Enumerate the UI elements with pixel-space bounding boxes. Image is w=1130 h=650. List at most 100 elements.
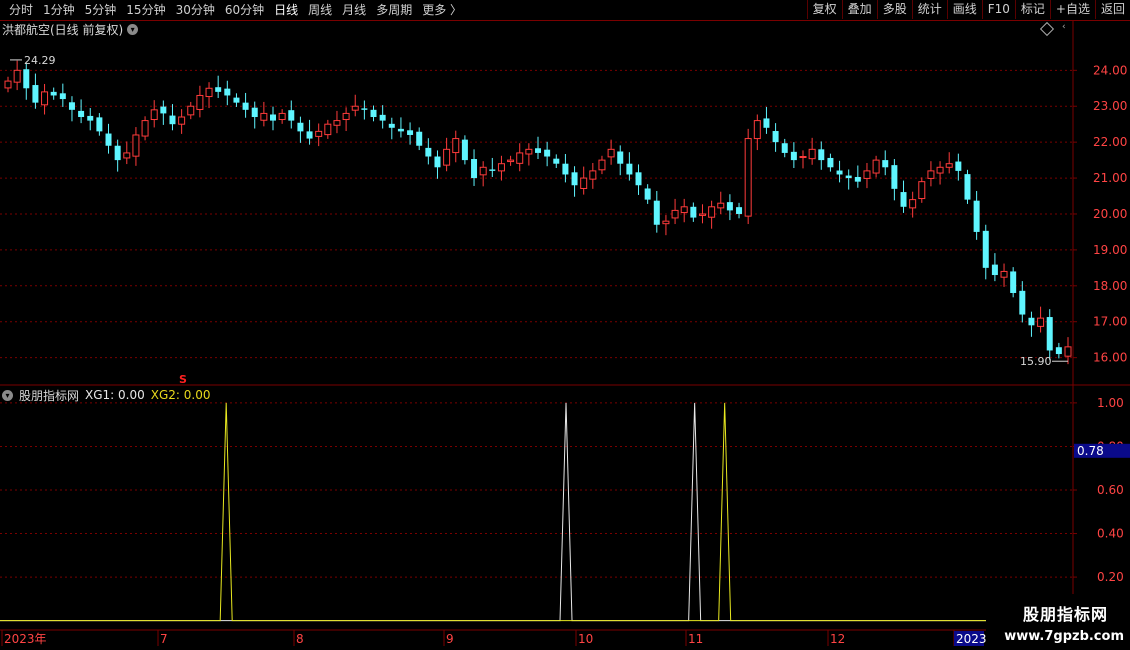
candle-body — [333, 120, 341, 126]
scroll-arrow-icon[interactable]: ‹ — [1062, 22, 1070, 32]
candle-body — [982, 230, 989, 268]
candle-body — [872, 159, 880, 174]
candle-body — [635, 172, 642, 186]
candle-body — [50, 91, 57, 96]
watermark: 股朋指标网 www.7gpzb.com — [986, 594, 1130, 650]
candle-body — [690, 206, 697, 218]
candle-body — [1010, 271, 1017, 293]
candle-body — [361, 108, 368, 110]
candle-body — [306, 131, 313, 139]
candle-body — [1019, 290, 1026, 315]
candle-body — [41, 91, 49, 106]
x-tick-label: 12 — [830, 632, 845, 646]
candle-body — [973, 200, 980, 232]
candle-body — [900, 192, 907, 207]
candle-body — [680, 206, 688, 214]
candle-body — [270, 114, 276, 121]
candle-body — [443, 148, 451, 166]
candle-body — [671, 209, 679, 219]
main-tick-label: 22.00 — [1093, 135, 1127, 149]
candle-body — [753, 120, 761, 140]
candle-body — [644, 188, 651, 200]
candle-body — [123, 152, 131, 159]
candle-body — [516, 152, 524, 164]
candle-body — [105, 133, 112, 146]
candle-body — [379, 114, 386, 121]
x-tick-label: 2023 — [956, 632, 987, 646]
candle-body — [416, 131, 423, 146]
candle-body — [260, 112, 268, 121]
candle-body — [836, 170, 843, 175]
candle-body — [297, 122, 304, 132]
candle-body — [1064, 346, 1072, 357]
candle-body — [233, 97, 240, 103]
x-tick-label: 9 — [446, 632, 454, 646]
candle-body — [489, 169, 496, 171]
candle-body — [1037, 317, 1045, 327]
candle-body — [736, 207, 743, 214]
candle-body — [854, 176, 861, 182]
candle-body — [891, 165, 898, 189]
candle-body — [507, 159, 515, 163]
candle-body — [653, 200, 660, 225]
ind-tick-label: 0.40 — [1097, 527, 1124, 541]
main-tick-label: 16.00 — [1093, 351, 1127, 365]
watermark-title: 股朋指标网 — [1022, 605, 1108, 624]
xg2-line — [0, 402, 1072, 622]
candle-body — [224, 88, 231, 96]
candle-body — [662, 220, 670, 225]
candle-body — [827, 157, 834, 168]
candle-body — [562, 163, 569, 175]
candle-body — [78, 110, 85, 118]
kline-chart[interactable]: 16.00 17.00 18.00 19.00 20.00 21.00 22.00 23.00… — [0, 0, 1130, 650]
xg2-value: XG2: 0.00 — [150, 388, 211, 402]
candle-body — [278, 112, 286, 121]
main-tick-label: 18.00 — [1093, 279, 1127, 293]
candle-body — [68, 102, 75, 110]
ind-tick-label: 1.00 — [1097, 396, 1124, 410]
candle-body — [169, 115, 176, 125]
watermark-url: www.7gpzb.com — [1004, 629, 1124, 644]
candle-body — [945, 163, 953, 168]
candle-body — [351, 105, 359, 111]
candle-body — [708, 206, 716, 218]
candle-body — [964, 174, 971, 200]
candle-body — [23, 69, 30, 89]
signal-marker: S — [179, 373, 187, 386]
candle-body — [991, 264, 998, 276]
candle-body — [215, 87, 222, 92]
candle-body — [607, 148, 615, 158]
indicator-name: 股朋指标网 — [19, 388, 80, 403]
low-label: 15.90 — [1020, 355, 1052, 368]
candle-body — [388, 123, 395, 128]
candle-body — [114, 145, 121, 161]
indicator-title-row: ▾ 股朋指标网 XG1: 0.00 XG2: 0.00 — [2, 387, 210, 403]
x-tick-label: 11 — [688, 632, 703, 646]
candle-body — [936, 166, 944, 174]
candle-body — [626, 163, 633, 175]
candle-body — [882, 160, 889, 168]
candle-body — [452, 138, 460, 154]
candle-body — [187, 105, 195, 116]
candle-body — [407, 130, 414, 135]
chevron-down-icon[interactable]: ▾ — [2, 389, 13, 401]
stock-title: 洪都航空(日线 前复权) — [2, 22, 124, 37]
candle-body — [434, 156, 441, 168]
candle-body — [525, 148, 533, 155]
ind-tick-label: 0.60 — [1097, 483, 1124, 497]
chevron-down-icon[interactable]: ▾ — [127, 23, 139, 35]
main-tick-label: 17.00 — [1093, 315, 1127, 329]
candle-body — [242, 102, 249, 110]
main-tick-label: 19.00 — [1093, 243, 1127, 257]
candle-body — [580, 177, 588, 189]
candle-body — [799, 156, 807, 159]
candle-body — [96, 117, 103, 132]
candle-body — [863, 170, 871, 179]
candle-body — [535, 148, 541, 153]
candle-body — [781, 143, 788, 153]
candle-body — [4, 80, 12, 89]
candle-body — [370, 109, 377, 118]
candle-body — [205, 87, 213, 98]
x-tick-label: 7 — [160, 632, 168, 646]
candle-body — [909, 199, 917, 209]
